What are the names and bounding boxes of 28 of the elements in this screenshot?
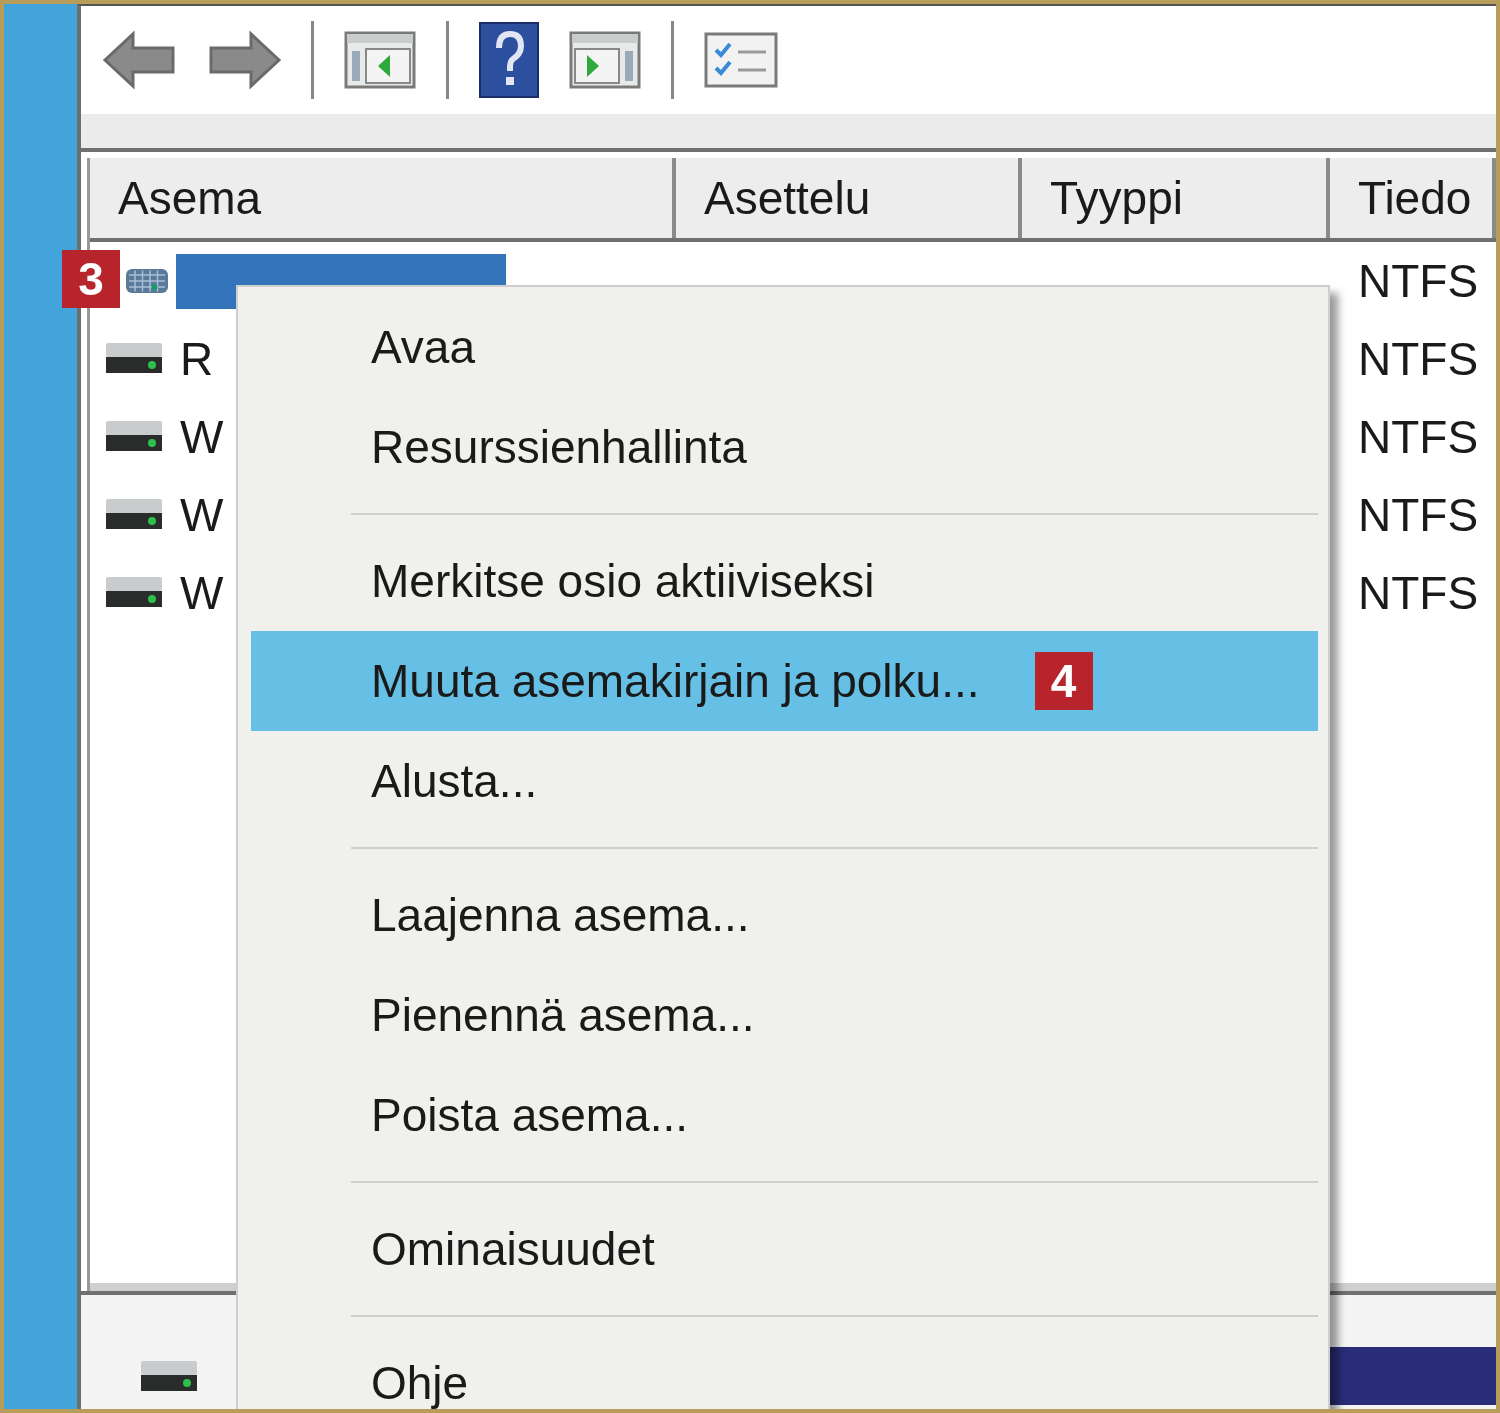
menu-item[interactable]: Laajenna asema... [251, 865, 1318, 965]
table-cell: NTFS [1358, 488, 1479, 542]
callout-number: 4 [1034, 652, 1093, 710]
menu-item[interactable]: Merkitse osio aktiiviseksi [251, 531, 1318, 631]
volume-name[interactable]: W [178, 399, 228, 475]
menu-item[interactable]: Avaa [251, 297, 1318, 397]
menu-item[interactable]: Ohje [251, 1333, 1318, 1409]
window-pane-icon[interactable] [569, 31, 641, 89]
help-icon[interactable] [479, 22, 539, 98]
menu-item[interactable]: Alusta... [251, 731, 1318, 831]
volume-name[interactable]: W [178, 555, 228, 631]
callout-number: 3 [62, 250, 120, 308]
window-pane-icon[interactable] [344, 31, 416, 89]
menu-item[interactable]: Ominaisuudet [251, 1199, 1318, 1299]
table-cell: NTFS [1358, 566, 1479, 620]
table-cell: NTFS [1358, 254, 1479, 308]
usb-drive-icon [126, 269, 168, 293]
menu-item[interactable]: Muuta asemakirjain ja polku... 4 [251, 631, 1318, 731]
table-cell: NTFS [1358, 410, 1479, 464]
menu-item[interactable]: Poista asema... [251, 1065, 1318, 1165]
volume-name[interactable]: W [178, 477, 228, 553]
forward-arrow-icon[interactable] [207, 30, 281, 90]
back-arrow-icon[interactable] [103, 30, 177, 90]
checklist-icon[interactable] [704, 32, 778, 88]
menu-item[interactable]: Resurssienhallinta [251, 397, 1318, 497]
volume-name[interactable]: R [178, 321, 218, 397]
menu-item[interactable]: Pienennä asema... [251, 965, 1318, 1065]
table-cell: NTFS [1358, 332, 1479, 386]
